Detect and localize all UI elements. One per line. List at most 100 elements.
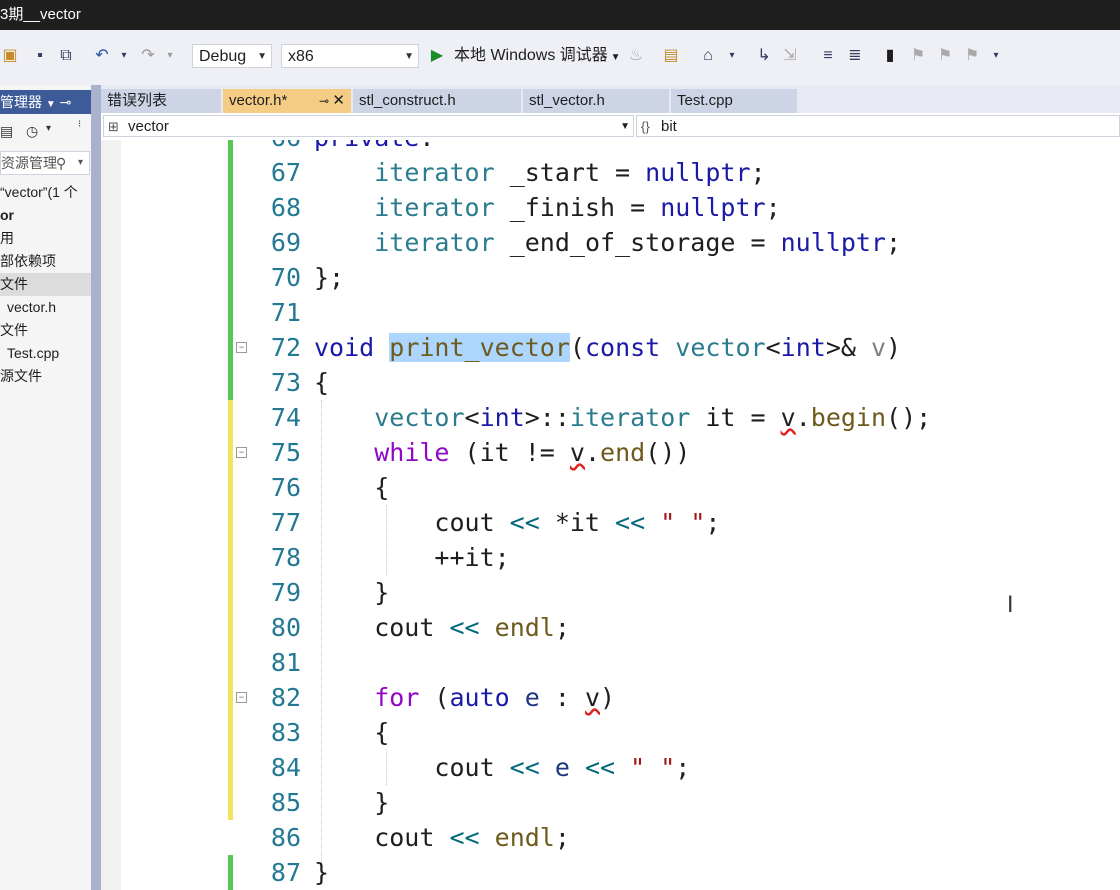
tab-stl-construct-h[interactable]: stl_construct.h [353, 89, 521, 113]
hot-reload-icon[interactable]: ♨ [626, 46, 646, 66]
chevron-down-icon: ▾ [78, 157, 84, 168]
code-line[interactable]: for (auto e : v) [314, 680, 615, 715]
tree-item-header-files[interactable]: 文件 [0, 273, 91, 296]
tab-stl-vector-h[interactable]: stl_vector.h [523, 89, 669, 113]
bookmark-icon[interactable]: ▮ [880, 46, 900, 66]
view-icon[interactable]: ▤ [0, 123, 13, 140]
collapse-icon[interactable]: − [236, 447, 247, 458]
tree-item-solution[interactable]: “vector”(1 个 [0, 181, 91, 204]
close-icon[interactable]: ✕ [332, 89, 345, 113]
prev-bookmark-icon[interactable]: ⚑ [908, 46, 928, 66]
code-editor[interactable]: 66 67 68 69 70 71 72 73 74 75 76 77 78 7… [101, 140, 1120, 890]
step-over-icon[interactable]: ⇲ [780, 46, 800, 66]
code-line[interactable]: }; [314, 260, 344, 295]
solution-explorer-tools: ▤ ◷ ▾ ⁝ [0, 119, 91, 145]
save-all-icon[interactable]: ⧉ [56, 46, 76, 66]
pin-icon[interactable]: ⊸ [319, 89, 329, 113]
open-folder-icon[interactable]: ▣ [0, 46, 20, 66]
line-number: 87 [270, 858, 301, 887]
tree-item-vector-h[interactable]: vector.h [0, 296, 91, 319]
selected-identifier[interactable]: print_vector [389, 333, 570, 362]
code-line[interactable]: iterator _end_of_storage = nullptr; [314, 225, 901, 260]
code-line[interactable]: cout << endl; [314, 820, 570, 855]
step-into-icon[interactable]: ↳ [754, 46, 774, 66]
line-number: 84 [270, 753, 301, 782]
tree-item-label: 部依赖项 [0, 253, 56, 269]
code-line[interactable]: cout << endl; [314, 610, 570, 645]
line-number: 81 [270, 648, 301, 677]
chevron-down-icon[interactable]: ▾ [46, 123, 51, 134]
line-number: 70 [270, 263, 301, 292]
code-line[interactable]: while (it != v.end()) [314, 435, 690, 470]
member-dropdown[interactable]: {} bit [636, 115, 1120, 137]
overflow-icon[interactable]: ▾ [986, 46, 1006, 66]
platform-select[interactable]: x86 ▼ [281, 44, 419, 68]
start-debugging-button[interactable]: 本地 Windows 调试器 ▼ [454, 43, 621, 69]
code-line[interactable]: iterator _finish = nullptr; [314, 190, 780, 225]
redo-icon[interactable]: ↷ [138, 46, 158, 66]
line-number: 83 [270, 718, 301, 747]
tab-error-list[interactable]: 错误列表 [101, 89, 221, 113]
code-line[interactable]: vector<int>::iterator it = v.begin(); [314, 400, 931, 435]
tab-label: Test.cpp [677, 92, 733, 109]
line-number: 82 [270, 683, 301, 712]
tree-item-label: Test.cpp [7, 345, 60, 361]
tab-label: 错误列表 [107, 92, 168, 109]
code-line[interactable]: { [314, 365, 329, 400]
more-icon[interactable]: ⁝ [78, 119, 81, 130]
save-icon[interactable]: ▪ [30, 46, 50, 66]
search-icon: ⚲ [56, 155, 67, 171]
solution-explorer: 管理器 ▼ ⊸ ▤ ◷ ▾ ⁝ 资源管理 ⚲ ▾ “vector”(1 个 or… [0, 85, 92, 890]
code-line[interactable]: cout << e << " "; [314, 750, 690, 785]
collapse-icon[interactable]: − [236, 342, 247, 353]
tree-item-label: 源文件 [0, 368, 42, 384]
browser-link-icon[interactable]: ⌂ [698, 46, 718, 66]
tree-item-source-files[interactable]: 文件 [0, 319, 91, 342]
panel-splitter[interactable] [91, 85, 101, 890]
tree-item-external-deps[interactable]: 部依赖项 [0, 250, 91, 273]
comment-icon[interactable]: ≣ [845, 46, 865, 66]
chevron-down-icon: ▼ [607, 52, 621, 63]
tree-item-label: “vector”(1 个 [0, 184, 78, 200]
play-icon[interactable]: ▶ [427, 46, 447, 66]
code-line[interactable]: } [314, 575, 389, 610]
redo-dropdown-icon[interactable]: ▾ [160, 46, 180, 66]
dropdown-icon[interactable]: ▾ [722, 46, 742, 66]
next-bookmark-icon[interactable]: ⚑ [935, 46, 955, 66]
solution-search-input[interactable]: 资源管理 ⚲ ▾ [0, 151, 90, 175]
clear-bookmarks-icon[interactable]: ⚑ [962, 46, 982, 66]
pin-icon[interactable]: ⊸ [60, 94, 72, 110]
code-line[interactable]: ++it; [314, 540, 509, 575]
indent-icon[interactable]: ≡ [818, 46, 838, 66]
solution-config-select[interactable]: Debug ▼ [192, 44, 272, 68]
history-icon[interactable]: ◷ [26, 123, 38, 140]
change-bar-saved [228, 140, 233, 400]
chevron-down-icon[interactable]: ▼ [46, 99, 56, 110]
tree-item-label: 文件 [0, 322, 28, 338]
search-placeholder: 资源管理 [1, 155, 57, 171]
code-line[interactable]: private: [314, 140, 434, 155]
line-number: 71 [270, 298, 301, 327]
tree-item-test-cpp[interactable]: Test.cpp [0, 342, 91, 365]
find-in-files-icon[interactable]: ▤ [661, 46, 681, 66]
tab-label: vector.h* [229, 92, 288, 109]
code-line[interactable]: { [314, 715, 389, 750]
collapse-icon[interactable]: − [236, 692, 247, 703]
tree-item-resource-files[interactable]: 源文件 [0, 365, 91, 388]
code-line[interactable]: } [314, 785, 389, 820]
code-line[interactable]: void print_vector(const vector<int>& v) [314, 330, 901, 365]
scope-value: vector [128, 118, 169, 135]
undo-icon[interactable]: ↶ [92, 46, 112, 66]
code-line[interactable]: iterator _start = nullptr; [314, 155, 765, 190]
line-number: 72 [270, 333, 301, 362]
scope-dropdown[interactable]: ⊞ vector ▼ [103, 115, 634, 137]
undo-dropdown-icon[interactable]: ▾ [114, 46, 134, 66]
tab-vector-h[interactable]: vector.h* ⊸ ✕ [223, 89, 351, 113]
code-line[interactable]: cout << *it << " "; [314, 505, 720, 540]
tree-item-references[interactable]: 用 [0, 227, 91, 250]
line-number: 67 [270, 158, 301, 187]
tree-item-project[interactable]: or [0, 204, 91, 227]
code-line[interactable]: } [314, 855, 329, 890]
tab-test-cpp[interactable]: Test.cpp [671, 89, 797, 113]
code-line[interactable]: { [314, 470, 389, 505]
